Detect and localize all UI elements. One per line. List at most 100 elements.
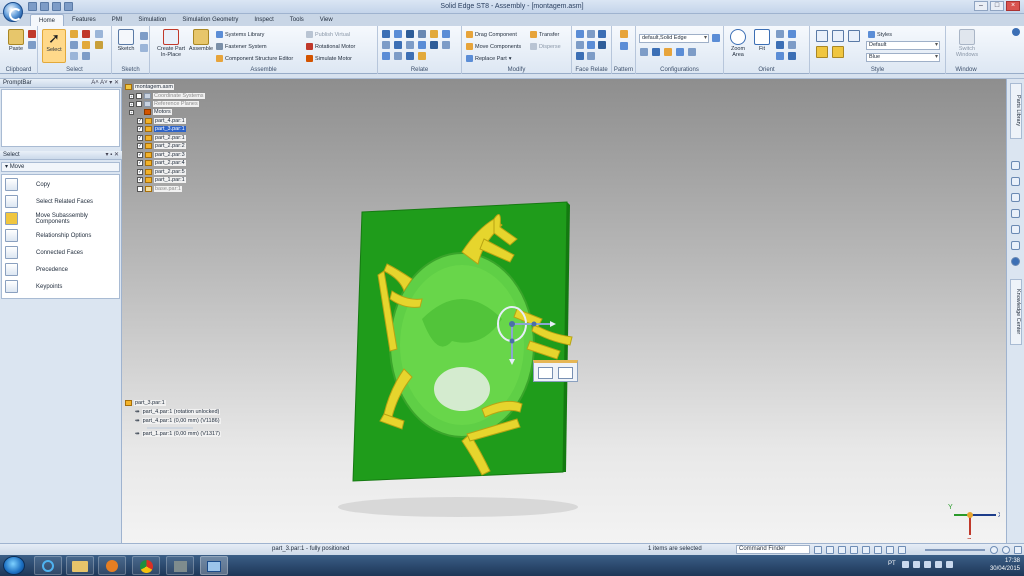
component-structure-editor-button[interactable]: Component Structure Editor bbox=[216, 54, 293, 63]
display-config-icon[interactable] bbox=[640, 48, 648, 56]
tree-item[interactable]: ✓ part_3.par:1 bbox=[137, 125, 186, 133]
face-relate-1-icon[interactable] bbox=[576, 30, 584, 38]
tree-item[interactable]: ✓ part_2.par:4 bbox=[137, 159, 186, 167]
planar-align-icon[interactable] bbox=[394, 30, 402, 38]
tab-simulation-geometry[interactable]: Simulation Geometry bbox=[174, 14, 246, 26]
drag-component-button[interactable]: Drag Component bbox=[466, 30, 517, 39]
option-keypoints[interactable]: Keypoints bbox=[2, 278, 120, 295]
pan-icon[interactable] bbox=[850, 546, 858, 554]
zoom-icon-small[interactable] bbox=[776, 30, 784, 38]
minimize-button[interactable]: – bbox=[974, 1, 988, 11]
move-command-icon[interactable] bbox=[538, 367, 553, 379]
axial-align-icon[interactable] bbox=[406, 30, 414, 38]
expand-icon[interactable]: + bbox=[129, 101, 134, 107]
select-tool-icon[interactable] bbox=[70, 30, 78, 38]
language-indicator[interactable]: PT bbox=[888, 561, 896, 567]
tree-item[interactable]: ✓ part_2.par:5 bbox=[137, 168, 186, 176]
knowledge-center-tab[interactable]: Knowledge Center bbox=[1010, 279, 1022, 345]
match-coordinate-icon[interactable] bbox=[430, 41, 438, 49]
close-button[interactable]: × bbox=[1006, 1, 1020, 11]
face-relate-3-icon[interactable] bbox=[598, 30, 606, 38]
select-options-icon[interactable] bbox=[70, 52, 78, 60]
dock-icon[interactable] bbox=[1011, 193, 1020, 202]
config-refresh-icon[interactable] bbox=[688, 48, 696, 56]
rigid-set-icon[interactable] bbox=[394, 52, 402, 60]
rotate-command-icon[interactable] bbox=[558, 367, 573, 379]
cam-icon[interactable] bbox=[394, 41, 402, 49]
dock-icon[interactable] bbox=[1011, 209, 1020, 218]
rotational-motor-button[interactable]: Rotational Motor bbox=[306, 42, 355, 51]
expand-icon[interactable]: + bbox=[129, 93, 134, 99]
tree-item[interactable]: + Motors bbox=[129, 108, 172, 116]
dock-icon[interactable] bbox=[1011, 161, 1020, 170]
option-copy[interactable]: Copy bbox=[2, 176, 120, 193]
tab-home[interactable]: Home bbox=[30, 14, 65, 26]
part-painter-icon[interactable] bbox=[816, 46, 828, 58]
option-move-subassembly[interactable]: Move Subassembly Components bbox=[2, 210, 120, 227]
tree-item[interactable]: ✓ part_1.par:1 bbox=[137, 176, 186, 184]
style-select[interactable]: Default bbox=[866, 41, 940, 50]
tab-simulation[interactable]: Simulation bbox=[130, 14, 174, 26]
spin-icon[interactable] bbox=[874, 546, 882, 554]
fit-icon[interactable] bbox=[838, 546, 846, 554]
mate-icon[interactable] bbox=[382, 30, 390, 38]
checkbox[interactable]: ✓ bbox=[137, 160, 143, 166]
command-finder-input[interactable]: Command Finder bbox=[736, 545, 810, 554]
zoom-slider[interactable] bbox=[925, 549, 985, 551]
face-relate-8-icon[interactable] bbox=[587, 52, 595, 60]
option-relationship-options[interactable]: Relationship Options bbox=[2, 227, 120, 244]
option-connected-faces[interactable]: Connected Faces bbox=[2, 244, 120, 261]
simulate-motor-button[interactable]: Simulate Motor bbox=[306, 54, 352, 63]
gear-icon[interactable] bbox=[418, 41, 426, 49]
checkbox[interactable] bbox=[136, 101, 142, 107]
select-panel-controls[interactable]: ▾ ▪ ✕ bbox=[106, 151, 120, 160]
center-plane-icon[interactable] bbox=[382, 52, 390, 60]
tree-item[interactable]: + Coordinate Systems bbox=[129, 92, 205, 100]
wireframe-icon[interactable] bbox=[848, 30, 860, 42]
face-relate-2-icon[interactable] bbox=[587, 30, 595, 38]
hide-icon[interactable] bbox=[82, 30, 90, 38]
select-filter-icon[interactable] bbox=[70, 41, 78, 49]
tab-features[interactable]: Features bbox=[64, 14, 104, 26]
systems-library-button[interactable]: Systems Library bbox=[216, 30, 264, 39]
checkbox[interactable]: ✓ bbox=[137, 126, 143, 132]
clock[interactable]: 17:38 30/04/2015 bbox=[990, 557, 1020, 573]
paste-button[interactable]: Paste bbox=[4, 29, 28, 52]
create-part-in-place-button[interactable]: Create Part In-Place bbox=[154, 29, 188, 58]
tree-item[interactable]: ✓ part_2.par:2 bbox=[137, 142, 186, 150]
help-icon[interactable] bbox=[1011, 257, 1020, 266]
cut-icon[interactable] bbox=[28, 30, 36, 38]
dock-icon[interactable] bbox=[1011, 225, 1020, 234]
sketch-button[interactable]: Sketch bbox=[114, 29, 138, 52]
parts-library-tab[interactable]: Parts Library bbox=[1010, 83, 1022, 139]
connect-icon[interactable] bbox=[430, 30, 438, 38]
start-button[interactable] bbox=[3, 556, 25, 575]
internet-explorer-icon[interactable] bbox=[34, 556, 62, 575]
tray-icon[interactable] bbox=[946, 561, 953, 568]
view-style-icon[interactable] bbox=[898, 546, 906, 554]
tab-pmi[interactable]: PMI bbox=[104, 14, 131, 26]
relationship-row[interactable]: ⇹ part_4.par:1 (rotation unlocked) bbox=[135, 408, 221, 416]
relationship-row[interactable]: ⇹ part_1.par:1 (0,00 mm) (V1317) bbox=[135, 430, 221, 438]
file-explorer-icon[interactable] bbox=[66, 556, 94, 575]
tab-view[interactable]: View bbox=[312, 14, 341, 26]
move-command-bar[interactable]: ▾ Move bbox=[1, 162, 120, 172]
checkbox[interactable]: ✓ bbox=[137, 152, 143, 158]
show-only-icon[interactable] bbox=[82, 52, 90, 60]
zoom-in-icon[interactable] bbox=[1002, 546, 1010, 554]
zoom-area-button[interactable]: Zoom Area bbox=[726, 29, 750, 58]
view-icon[interactable] bbox=[776, 52, 784, 60]
pan-icon[interactable] bbox=[788, 30, 796, 38]
power-icon[interactable] bbox=[935, 561, 942, 568]
tree-item[interactable]: ✓ part_2.par:1 bbox=[137, 134, 186, 142]
flag-icon[interactable] bbox=[924, 561, 931, 568]
application-button[interactable] bbox=[3, 2, 23, 22]
shade-icon[interactable] bbox=[886, 546, 894, 554]
network-icon[interactable] bbox=[902, 561, 909, 568]
config-save-icon[interactable] bbox=[676, 48, 684, 56]
mirror-icon[interactable] bbox=[620, 42, 628, 50]
fastener-system-button[interactable]: Fastener System bbox=[216, 42, 267, 51]
tree-root[interactable]: montagem.asm bbox=[125, 83, 174, 91]
promptbar-text-area[interactable] bbox=[1, 89, 120, 147]
select-box-icon[interactable] bbox=[95, 30, 103, 38]
